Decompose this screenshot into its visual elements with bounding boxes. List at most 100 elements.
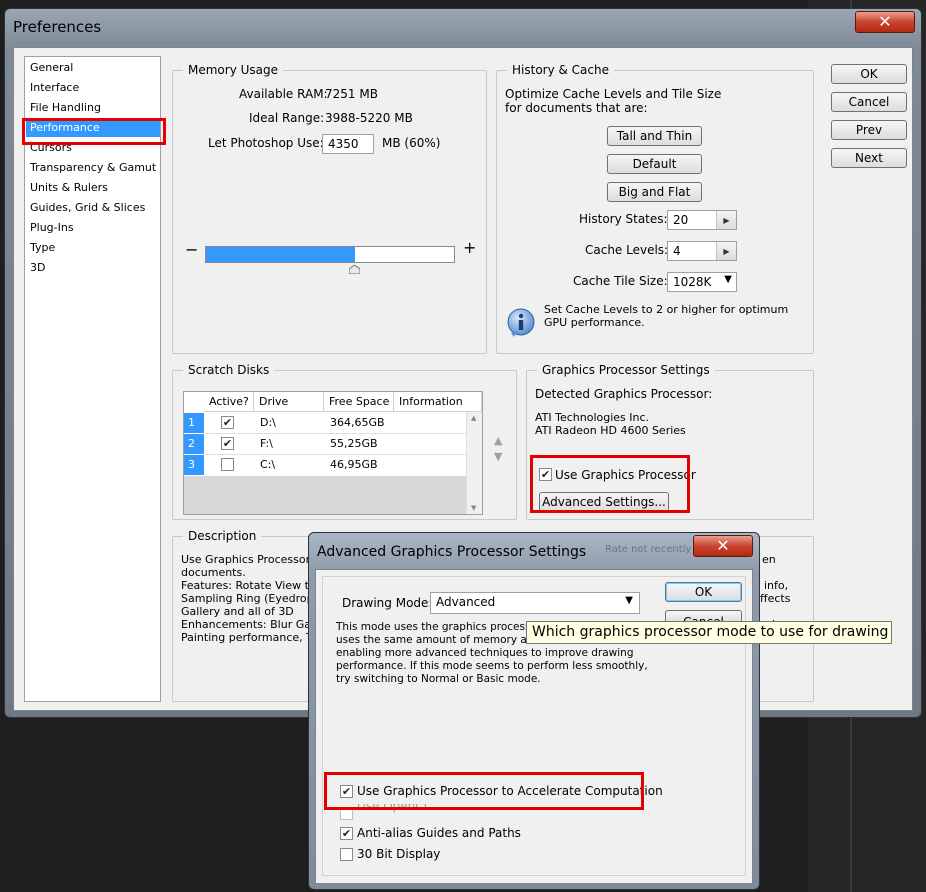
- row-number: 1: [184, 413, 204, 433]
- anti-alias-guides-checkbox[interactable]: ✔: [340, 827, 353, 840]
- scratch-disks-group: Scratch Disks Active? Drive Free Space I…: [172, 363, 517, 520]
- detected-gpu-label: Detected Graphics Processor:: [535, 387, 713, 401]
- available-ram-label: Available RAM:: [239, 87, 328, 101]
- info-icon: [507, 308, 535, 337]
- history-states-label: History States:: [579, 212, 668, 226]
- nav-item-units-rulers[interactable]: Units & Rulers: [30, 179, 108, 197]
- gpu-vendor: ATI Technologies Inc.: [535, 411, 650, 424]
- memory-slider[interactable]: [205, 246, 455, 274]
- nav-item-file-handling[interactable]: File Handling: [30, 99, 101, 117]
- window-close-button[interactable]: ✕: [855, 11, 915, 33]
- table-scrollbar[interactable]: ▲ ▼: [466, 412, 482, 514]
- scratch-active-checkbox-d[interactable]: ✔: [221, 416, 234, 429]
- description-title: Description: [183, 529, 262, 543]
- mode-description-line: enabling more advanced techniques to imp…: [336, 647, 634, 659]
- nav-item-interface[interactable]: Interface: [30, 79, 79, 97]
- cache-info-text: Set Cache Levels to 2 or higher for opti…: [544, 303, 789, 329]
- description-line: documents.: [181, 566, 246, 579]
- cache-levels-value: 4: [673, 244, 681, 258]
- column-header-information[interactable]: Information: [394, 392, 482, 412]
- dialog-close-button[interactable]: ✕: [693, 535, 753, 557]
- column-header-drive[interactable]: Drive: [254, 392, 324, 412]
- scratch-free-space: 55,25GB: [330, 437, 378, 450]
- default-button[interactable]: Default: [607, 154, 702, 174]
- table-empty-area: [184, 476, 468, 514]
- history-cache-title: History & Cache: [507, 63, 614, 77]
- memory-unit-label: MB (60%): [382, 136, 441, 150]
- cache-tile-size-label: Cache Tile Size:: [573, 274, 668, 288]
- big-and-flat-button[interactable]: Big and Flat: [607, 182, 702, 202]
- mode-description-line: performance. If this mode seems to perfo…: [336, 660, 648, 672]
- description-fragment: ffects: [760, 592, 791, 605]
- next-button[interactable]: Next: [831, 148, 907, 168]
- advanced-gpu-settings-dialog: Advanced Graphics Processor Settings Rat…: [308, 532, 760, 890]
- scroll-up-icon[interactable]: ▲: [471, 414, 476, 422]
- highlight-performance: [22, 118, 166, 145]
- nav-item-3d[interactable]: 3D: [30, 259, 45, 277]
- scratch-drive: F:\: [260, 437, 273, 450]
- let-photoshop-use-label: Let Photoshop Use:: [208, 136, 324, 150]
- cache-levels-stepper[interactable]: 4 ▶: [667, 241, 737, 261]
- drawing-mode-value: Advanced: [436, 595, 496, 609]
- description-fragment: en: [762, 553, 776, 566]
- chevron-down-icon: ▼: [625, 595, 633, 606]
- row-number: 3: [184, 455, 204, 475]
- dialog-title: Advanced Graphics Processor Settings: [317, 544, 587, 560]
- slider-thumb[interactable]: [348, 265, 360, 274]
- nav-item-transparency-gamut[interactable]: Transparency & Gamut: [30, 159, 156, 177]
- thirty-bit-display-checkbox[interactable]: [340, 848, 353, 861]
- memory-usage-title: Memory Usage: [183, 63, 284, 77]
- scratch-active-checkbox-c[interactable]: [221, 458, 234, 471]
- anti-alias-guides-label: Anti-alias Guides and Paths: [357, 826, 521, 840]
- history-cache-group: History & Cache Optimize Cache Levels an…: [496, 63, 814, 354]
- slider-decrease-button[interactable]: −: [185, 240, 198, 259]
- tall-and-thin-button[interactable]: Tall and Thin: [607, 126, 702, 146]
- close-icon: ✕: [878, 12, 892, 31]
- prev-button[interactable]: Prev: [831, 120, 907, 140]
- scratch-disks-title: Scratch Disks: [183, 363, 275, 377]
- history-states-stepper[interactable]: 20 ▶: [667, 210, 737, 230]
- ideal-range-label: Ideal Range:: [249, 111, 325, 125]
- scratch-drive: D:\: [260, 416, 276, 429]
- window-title: Preferences: [13, 18, 102, 36]
- drawing-mode-label: Drawing Mode:: [342, 596, 433, 610]
- history-states-value: 20: [673, 213, 689, 227]
- advanced-ok-button[interactable]: OK: [665, 582, 742, 602]
- nav-item-guides-grid-slices[interactable]: Guides, Grid & Slices: [30, 199, 145, 217]
- highlight-gpu-settings: [530, 455, 690, 513]
- ok-button[interactable]: OK: [831, 64, 907, 84]
- cancel-button[interactable]: Cancel: [831, 92, 907, 112]
- drawing-mode-tooltip: Which graphics processor mode to use for…: [526, 621, 892, 644]
- chevron-right-icon[interactable]: ▶: [716, 242, 736, 260]
- scroll-down-icon[interactable]: ▼: [471, 504, 476, 512]
- drawing-mode-select[interactable]: Advanced ▼: [430, 592, 640, 614]
- cache-tile-size-value: 1028K: [673, 275, 712, 289]
- chevron-right-icon[interactable]: ▶: [716, 211, 736, 229]
- memory-slider-fill: [206, 247, 355, 262]
- nav-item-type[interactable]: Type: [30, 239, 55, 257]
- gpu-model: ATI Radeon HD 4600 Series: [535, 424, 686, 437]
- move-down-icon[interactable]: ▼: [494, 450, 502, 463]
- available-ram-value: 7251 MB: [325, 87, 378, 101]
- mode-description-line: uses the same amount of memory as the: [336, 634, 553, 646]
- ideal-range-value: 3988-5220 MB: [325, 111, 413, 125]
- nav-item-general[interactable]: General: [30, 59, 73, 77]
- move-up-icon[interactable]: ▲: [494, 434, 502, 447]
- column-header-active[interactable]: Active?: [204, 392, 254, 412]
- thirty-bit-display-label: 30 Bit Display: [357, 847, 441, 861]
- memory-amount-input[interactable]: 4350: [322, 134, 374, 154]
- scratch-free-space: 46,95GB: [330, 458, 378, 471]
- description-line: Features: Rotate View tool,: [181, 579, 329, 592]
- graphics-processor-title: Graphics Processor Settings: [537, 363, 715, 377]
- memory-usage-group: Memory Usage Available RAM: 7251 MB Idea…: [172, 63, 487, 354]
- highlight-accelerate-computation: [324, 772, 644, 810]
- cache-tile-size-select[interactable]: 1028K ▼: [667, 272, 737, 292]
- column-header-free-space[interactable]: Free Space: [324, 392, 394, 412]
- scratch-free-space: 364,65GB: [330, 416, 385, 429]
- chevron-down-icon: ▼: [724, 274, 732, 285]
- slider-increase-button[interactable]: +: [463, 238, 476, 257]
- category-list: General Interface File Handling Performa…: [24, 56, 161, 702]
- nav-item-plug-ins[interactable]: Plug-Ins: [30, 219, 74, 237]
- cache-optimize-text: Optimize Cache Levels and Tile Size for …: [505, 87, 722, 115]
- scratch-active-checkbox-f[interactable]: ✔: [221, 437, 234, 450]
